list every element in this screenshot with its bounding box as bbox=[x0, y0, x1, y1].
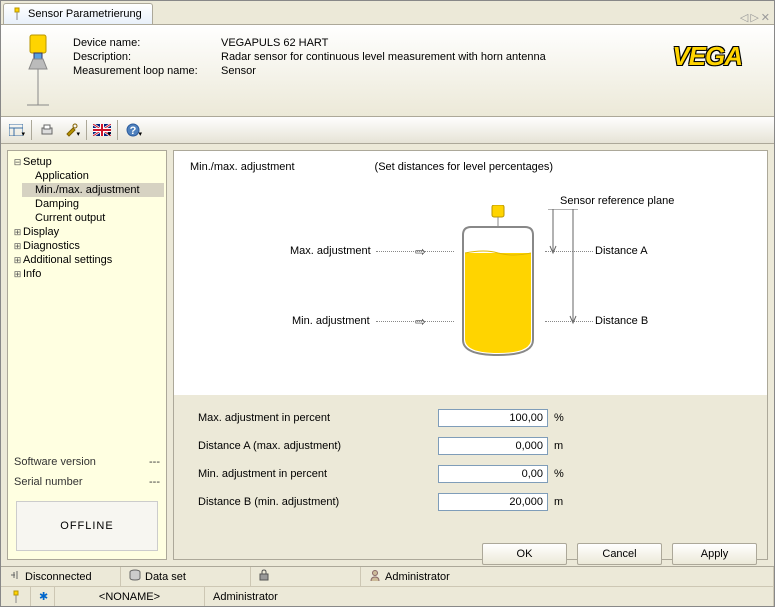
min-percent-label: Min. adjustment in percent bbox=[198, 468, 438, 480]
distance-b-input[interactable] bbox=[438, 493, 548, 511]
status-user: Administrator bbox=[361, 567, 774, 586]
tab-label: Sensor Parametrierung bbox=[28, 8, 142, 20]
min-adjustment-label: Min. adjustment bbox=[292, 315, 370, 327]
status-project-name: <NONAME> bbox=[55, 587, 205, 606]
reference-plane-label: Sensor reference plane bbox=[560, 195, 674, 207]
arrow-icon: ⇨ bbox=[415, 244, 426, 260]
distance-a-input[interactable] bbox=[438, 437, 548, 455]
tools-button[interactable]: ▾ bbox=[60, 119, 82, 141]
tab-prev-icon[interactable]: ◁ bbox=[740, 11, 748, 24]
status-star: ✱ bbox=[31, 587, 55, 606]
unit-label: % bbox=[554, 468, 578, 480]
ok-button[interactable]: OK bbox=[482, 543, 567, 565]
max-percent-input[interactable] bbox=[438, 409, 548, 427]
page-subtitle: (Set distances for level percentages) bbox=[375, 161, 554, 173]
device-name-value: VEGAPULS 62 HART bbox=[221, 37, 546, 49]
tree-minmax-adjustment[interactable]: Min./max. adjustment bbox=[22, 183, 164, 197]
device-name-label: Device name: bbox=[73, 37, 213, 49]
serial-number-label: Serial number bbox=[14, 476, 82, 488]
distance-b-label: Distance B bbox=[595, 315, 648, 327]
status-connection: Disconnected bbox=[1, 567, 121, 586]
serial-number-value: --- bbox=[149, 476, 160, 488]
loop-name-label: Measurement loop name: bbox=[73, 65, 213, 77]
layout-button[interactable]: ▾ bbox=[5, 119, 27, 141]
user-icon bbox=[369, 569, 381, 584]
cancel-button[interactable]: Cancel bbox=[577, 543, 662, 565]
max-percent-label: Max. adjustment in percent bbox=[198, 412, 438, 424]
language-button[interactable]: ▾ bbox=[91, 119, 113, 141]
status-device-icon bbox=[1, 587, 31, 606]
distance-a-input-label: Distance A (max. adjustment) bbox=[198, 440, 438, 452]
tab-close-icon[interactable]: ✕ bbox=[761, 11, 770, 24]
database-icon bbox=[129, 569, 141, 584]
tree-current-output[interactable]: Current output bbox=[22, 211, 164, 225]
device-image bbox=[13, 33, 63, 108]
min-percent-input[interactable] bbox=[438, 465, 548, 483]
unit-label: m bbox=[554, 496, 578, 508]
software-version-label: Software version bbox=[14, 456, 96, 468]
svg-text:?: ? bbox=[130, 125, 137, 137]
tree-additional-settings[interactable]: ⊞Additional settings bbox=[10, 253, 164, 267]
lock-icon bbox=[259, 569, 269, 584]
status-dataset: Data set bbox=[121, 567, 251, 586]
apply-button[interactable]: Apply bbox=[672, 543, 757, 565]
tree-display[interactable]: ⊞Display bbox=[10, 225, 164, 239]
tree-setup[interactable]: ⊟Setup bbox=[10, 155, 164, 169]
page-title: Min./max. adjustment bbox=[190, 161, 295, 173]
tree-diagnostics[interactable]: ⊞Diagnostics bbox=[10, 239, 164, 253]
tank-diagram: Max. adjustment ⇨ Min. adjustment ⇨ Sens… bbox=[190, 185, 751, 385]
unit-label: m bbox=[554, 440, 578, 452]
distance-a-label: Distance A bbox=[595, 245, 648, 257]
tree-damping[interactable]: Damping bbox=[22, 197, 164, 211]
print-button[interactable] bbox=[36, 119, 58, 141]
arrow-icon: ⇨ bbox=[415, 314, 426, 330]
plug-icon bbox=[9, 569, 21, 584]
software-version-value: --- bbox=[149, 456, 160, 468]
description-value: Radar sensor for continuous level measur… bbox=[221, 51, 546, 63]
status-empty bbox=[251, 567, 361, 586]
description-label: Description: bbox=[73, 51, 213, 63]
tree-application[interactable]: Application bbox=[22, 169, 164, 183]
tree-info[interactable]: ⊞Info bbox=[10, 267, 164, 281]
nav-tree[interactable]: ⊟Setup Application Min./max. adjustment … bbox=[8, 151, 166, 451]
max-adjustment-label: Max. adjustment bbox=[290, 245, 371, 257]
vega-logo: VEGA bbox=[672, 33, 762, 72]
sensor-icon bbox=[10, 7, 24, 21]
distance-b-input-label: Distance B (min. adjustment) bbox=[198, 496, 438, 508]
connection-status: OFFLINE bbox=[16, 501, 158, 551]
status-user-2: Administrator bbox=[205, 587, 774, 606]
loop-name-value: Sensor bbox=[221, 65, 546, 77]
help-button[interactable]: ?▾ bbox=[122, 119, 144, 141]
unit-label: % bbox=[554, 412, 578, 424]
parametrization-tab[interactable]: Sensor Parametrierung bbox=[3, 3, 153, 24]
tab-next-icon[interactable]: ▷ bbox=[750, 11, 758, 24]
